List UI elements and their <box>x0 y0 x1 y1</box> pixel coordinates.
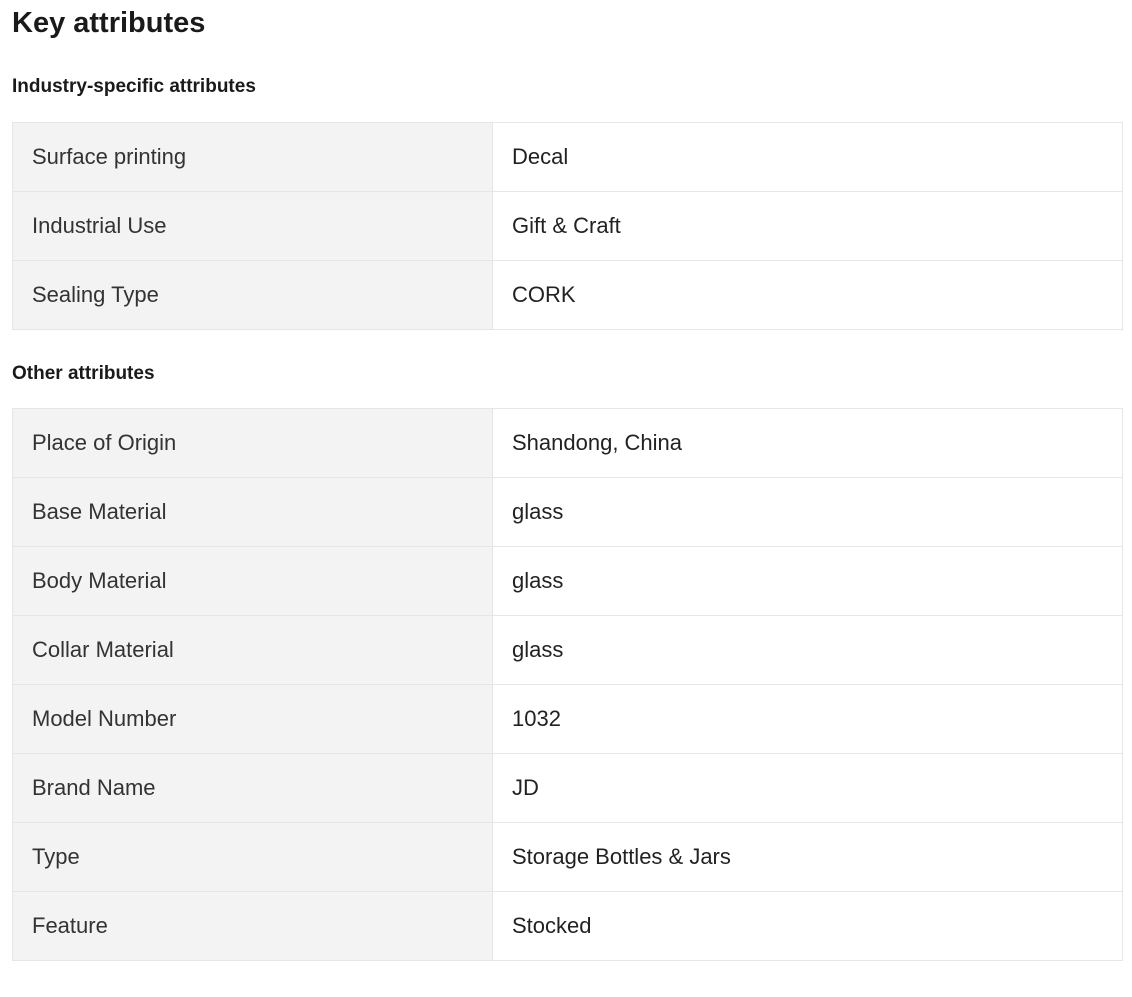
attribute-value: Shandong, China <box>492 408 1123 478</box>
section-title: Key attributes <box>12 7 206 39</box>
attribute-value: glass <box>492 615 1123 685</box>
table-row: Type Storage Bottles & Jars <box>12 822 1123 892</box>
attribute-name: Brand Name <box>12 753 493 823</box>
table-row: Model Number 1032 <box>12 684 1123 754</box>
table-row: Surface printing Decal <box>12 122 1123 192</box>
table-row: Feature Stocked <box>12 891 1123 961</box>
attribute-name: Feature <box>12 891 493 961</box>
table-row: Body Material glass <box>12 546 1123 616</box>
attribute-value: CORK <box>492 260 1123 330</box>
key-attributes-panel: Key attributes Industry-specific attribu… <box>0 0 1132 997</box>
attribute-name: Surface printing <box>12 122 493 192</box>
attribute-value: 1032 <box>492 684 1123 754</box>
attribute-value: JD <box>492 753 1123 823</box>
table-row: Brand Name JD <box>12 753 1123 823</box>
other-attributes-heading: Other attributes <box>12 363 155 384</box>
table-row: Sealing Type CORK <box>12 260 1123 330</box>
table-row: Collar Material glass <box>12 615 1123 685</box>
attribute-value: Gift & Craft <box>492 191 1123 261</box>
attribute-name: Collar Material <box>12 615 493 685</box>
attribute-name: Industrial Use <box>12 191 493 261</box>
industry-attributes-table: Surface printing Decal Industrial Use Gi… <box>12 122 1123 330</box>
attribute-value: glass <box>492 477 1123 547</box>
attribute-name: Model Number <box>12 684 493 754</box>
attribute-name: Body Material <box>12 546 493 616</box>
table-row: Base Material glass <box>12 477 1123 547</box>
other-attributes-table: Place of Origin Shandong, China Base Mat… <box>12 408 1123 961</box>
table-row: Place of Origin Shandong, China <box>12 408 1123 478</box>
attribute-value: Storage Bottles & Jars <box>492 822 1123 892</box>
industry-attributes-heading: Industry-specific attributes <box>12 76 256 97</box>
attribute-name: Sealing Type <box>12 260 493 330</box>
attribute-value: Decal <box>492 122 1123 192</box>
attribute-value: glass <box>492 546 1123 616</box>
attribute-name: Base Material <box>12 477 493 547</box>
attribute-value: Stocked <box>492 891 1123 961</box>
attribute-name: Place of Origin <box>12 408 493 478</box>
table-row: Industrial Use Gift & Craft <box>12 191 1123 261</box>
attribute-name: Type <box>12 822 493 892</box>
